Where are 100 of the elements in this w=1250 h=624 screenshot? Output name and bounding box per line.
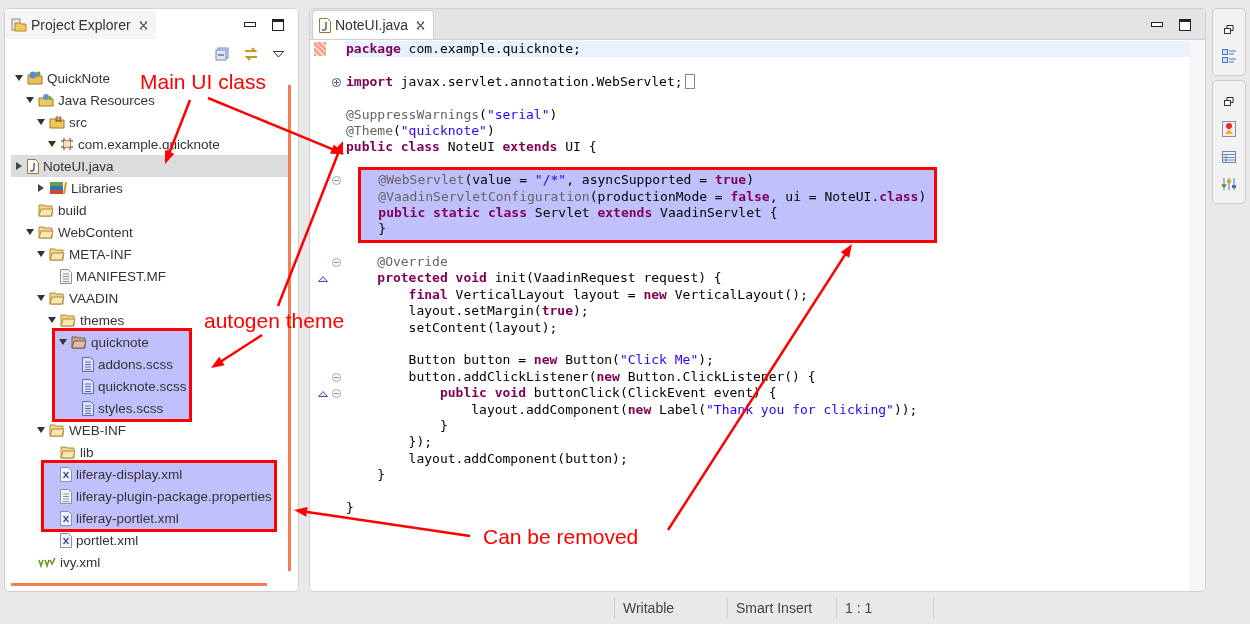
collapse-icon[interactable]	[332, 372, 341, 382]
tree-item[interactable]: WEB-INF	[5, 419, 128, 441]
status-text: 1 : 1	[844, 600, 874, 616]
status-text: Writable	[622, 600, 676, 616]
folder-icon	[60, 445, 76, 459]
folder-icon	[49, 291, 65, 305]
collapsed-triangle-icon[interactable]	[37, 184, 45, 192]
expanded-triangle-icon[interactable]	[26, 228, 34, 236]
resources-folder-icon	[38, 92, 54, 108]
problems-icon[interactable]	[1222, 121, 1236, 137]
document-icon	[82, 400, 94, 416]
restore-icon[interactable]	[1224, 97, 1234, 107]
expanded-triangle-icon[interactable]	[37, 118, 45, 126]
package-icon	[60, 137, 74, 151]
expanded-triangle-icon[interactable]	[37, 426, 45, 434]
ivy-leaf-icon	[38, 556, 56, 568]
document-icon	[60, 268, 72, 284]
tree-item[interactable]: src	[5, 111, 89, 133]
folder-icon	[11, 17, 27, 33]
code-line: layout.setMargin(true);	[407, 303, 589, 320]
folder-icon	[60, 313, 76, 327]
expanded-triangle-icon[interactable]	[37, 250, 45, 258]
tree-item[interactable]: WebContent	[5, 221, 135, 243]
view-tab[interactable]: Project Explorer	[5, 11, 156, 39]
code-line: }	[438, 418, 448, 435]
document-icon	[82, 378, 94, 394]
folder-icon	[38, 203, 54, 217]
tab-title: Project Explorer	[31, 17, 131, 33]
collapse-icon[interactable]	[332, 176, 341, 186]
tree-item[interactable]: portlet.xml	[5, 529, 141, 551]
collapsed-triangle-icon[interactable]	[15, 162, 23, 170]
expanded-triangle-icon[interactable]	[26, 96, 34, 104]
code-line: public class NoteUI extends UI {	[346, 139, 597, 156]
close-icon[interactable]	[138, 20, 148, 30]
tree-item[interactable]: NoteUI.java	[11, 155, 290, 177]
dropdown-caret-icon[interactable]	[273, 50, 284, 58]
tree-item[interactable]: quicknote	[55, 331, 151, 353]
code-line: });	[407, 434, 433, 451]
tree-item[interactable]: quicknote.scss	[55, 375, 189, 397]
override-triangle-icon	[318, 276, 328, 283]
document-icon	[82, 356, 94, 372]
java-file-icon	[319, 17, 331, 33]
collapse-icon[interactable]	[332, 258, 341, 268]
document-icon	[60, 488, 72, 504]
minimize-icon[interactable]	[1151, 22, 1163, 28]
tree-item[interactable]: VAADIN	[5, 287, 121, 309]
maximize-icon[interactable]	[1179, 19, 1191, 31]
expand-icon[interactable]	[332, 77, 341, 87]
code-line: @VaadinServletConfiguration(productionMode = false, ui = NoteUI.class)	[377, 188, 927, 205]
code-line: import javax.servlet.annotation.WebServlet;	[346, 73, 683, 91]
editor-tab[interactable]: NoteUI.java	[312, 10, 435, 39]
collapse-icon[interactable]	[332, 389, 341, 399]
xml-file-icon	[60, 466, 72, 482]
code-line: @Override	[376, 254, 448, 271]
scrollbar[interactable]	[11, 583, 267, 586]
tree-item[interactable]: MANIFEST.MF	[5, 265, 168, 287]
table-icon[interactable]	[1222, 151, 1236, 163]
code-line: }	[346, 499, 354, 517]
expanded-triangle-icon[interactable]	[37, 294, 45, 302]
expanded-triangle-icon[interactable]	[48, 316, 56, 324]
tree-item[interactable]: liferay-plugin-package.properties	[44, 485, 274, 507]
collapse-all-icon[interactable]	[215, 47, 229, 61]
xml-file-icon	[60, 510, 72, 526]
tab-title: NoteUI.java	[335, 17, 409, 33]
tree-item[interactable]: lib	[5, 441, 96, 463]
java-file-icon	[27, 158, 39, 174]
tree-item[interactable]: liferay-display.xml	[44, 463, 185, 485]
annotation-label: Can be removed	[483, 524, 639, 550]
status-text: Smart Insert	[735, 600, 814, 616]
code-line: @Theme("quicknote")	[346, 122, 495, 140]
code-line: }	[377, 221, 387, 238]
code-line: layout.addComponent(button);	[407, 450, 628, 468]
code-line: @SuppressWarnings("serial")	[346, 106, 558, 123]
tree-item[interactable]: liferay-portlet.xml	[44, 507, 181, 529]
tree-item[interactable]: themes	[5, 309, 127, 331]
maximize-icon[interactable]	[272, 19, 284, 31]
tree-item[interactable]: Libraries	[5, 177, 125, 199]
sliders-icon[interactable]	[1222, 177, 1236, 191]
tree-item[interactable]: QuickNote	[5, 67, 113, 89]
code-line: setContent(layout);	[407, 319, 558, 337]
folded-code-marker[interactable]	[684, 74, 695, 90]
tree-item[interactable]: build	[5, 199, 89, 221]
expanded-triangle-icon[interactable]	[48, 140, 56, 148]
tree-item[interactable]: addons.scss	[55, 353, 176, 375]
code-line: protected void init(VaadinRequest request) {	[376, 270, 722, 287]
override-triangle-icon	[318, 391, 328, 398]
restore-icon[interactable]	[1224, 25, 1234, 35]
expanded-triangle-icon[interactable]	[59, 338, 67, 346]
minimize-icon[interactable]	[244, 22, 256, 28]
tree-item[interactable]: META-INF	[5, 243, 134, 265]
expanded-triangle-icon[interactable]	[15, 74, 23, 82]
outline-icon[interactable]	[1222, 49, 1236, 63]
change-marker	[314, 42, 326, 56]
project-icon	[27, 70, 43, 86]
tree-item[interactable]: styles.scss	[55, 397, 166, 419]
folder-icon	[49, 423, 65, 437]
xml-file-icon	[60, 532, 72, 548]
link-arrows-icon[interactable]	[243, 47, 259, 61]
close-icon[interactable]	[416, 20, 426, 30]
tree-item[interactable]: ivy.xml	[5, 551, 103, 573]
